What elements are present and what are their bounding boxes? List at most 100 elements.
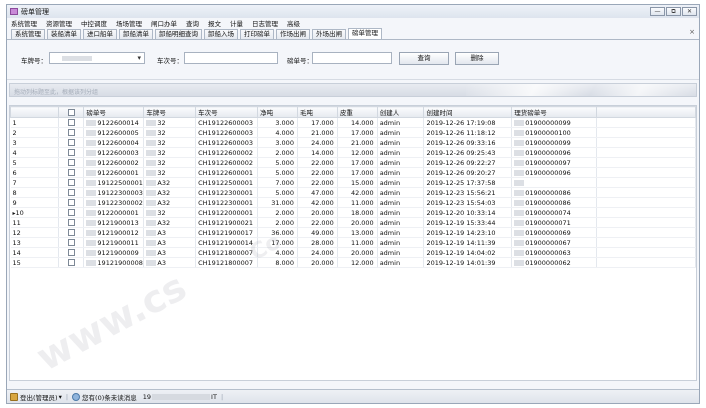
checkbox-cell[interactable]: [58, 227, 85, 238]
table-row[interactable]: 14 9121900009 A3 CH19121800007 4.000 24.000 20…: [10, 247, 696, 258]
column-header[interactable]: 创建时间: [423, 106, 513, 118]
menu-item[interactable]: 日志管理: [252, 18, 278, 28]
select-all-checkbox[interactable]: [67, 108, 75, 116]
row-checkbox[interactable]: [67, 169, 75, 176]
menu-item[interactable]: 系统管理: [11, 18, 37, 28]
trip-input[interactable]: [184, 52, 278, 64]
tab[interactable]: 卸船明细查询: [155, 29, 202, 39]
checkbox-cell[interactable]: [58, 157, 85, 168]
table-row[interactable]: 12 9121900012 A3 CH19121900017 36.000 49.000 1…: [10, 227, 696, 238]
close-button[interactable]: ✕: [682, 7, 697, 16]
data-grid[interactable]: 磅单号 车牌号 车次号 净吨 毛吨 皮重 创建人 创建时间 理货磅单号 1 9122600014 3…: [9, 105, 697, 381]
table-row[interactable]: 9 19122300002 A32 CH19122300001 31.000 42.000…: [10, 197, 696, 208]
tab[interactable]: 卸船入场: [204, 29, 238, 39]
table-row[interactable]: 6 9122600001 32 CH19122600001 5.000 22.000 17.…: [10, 167, 696, 178]
checkbox-cell[interactable]: [58, 187, 85, 198]
column-header[interactable]: 皮重: [336, 106, 378, 118]
created-time-cell: 2019-12-19 14:23:10: [423, 227, 513, 238]
checkbox-cell[interactable]: [58, 197, 85, 208]
menu-item[interactable]: 查询: [186, 18, 199, 28]
table-row[interactable]: 5 9122600002 32 CH19122600002 5.000 22.000 17.…: [10, 157, 696, 168]
tally-ticket-no: 01900000097: [525, 158, 571, 167]
tare-weight-cell: 13.000: [337, 227, 378, 238]
creator: admin: [379, 148, 401, 157]
logout-link[interactable]: 登出(管理员): [20, 392, 58, 402]
close-tab-icon[interactable]: ×: [689, 28, 695, 36]
table-row[interactable]: 8 19122300003 A32 CH19122300001 5.000 47.000 4…: [10, 187, 696, 198]
column-header[interactable]: 创建人: [376, 106, 425, 118]
checkbox-cell[interactable]: [58, 237, 85, 248]
menu-item[interactable]: 资源管理: [46, 18, 72, 28]
column-header[interactable]: [595, 106, 696, 118]
checkbox-cell[interactable]: [58, 177, 85, 188]
group-panel[interactable]: 拖动列标题至此，根据该列分组: [9, 83, 697, 97]
checkbox-cell[interactable]: [58, 137, 85, 148]
row-checkbox[interactable]: [67, 119, 75, 126]
column-header[interactable]: [57, 106, 85, 118]
table-row[interactable]: 11 9121900013 A32 CH19121900021 2.000 22.000 2…: [10, 217, 696, 228]
row-checkbox[interactable]: [67, 239, 75, 246]
row-checkbox[interactable]: [67, 179, 75, 186]
tab[interactable]: 进口船单: [83, 29, 117, 39]
table-row[interactable]: 10 9122000001 32 CH19122000001 2.000 20.000 18…: [10, 207, 696, 218]
table-row[interactable]: 2 9122600005 32 CH19122600003 4.000 21.000 17.…: [10, 127, 696, 138]
table-row[interactable]: 3 9122600004 32 CH19122600003 3.000 24.000 21.…: [10, 137, 696, 148]
checkbox-cell[interactable]: [58, 127, 85, 138]
row-checkbox[interactable]: [67, 199, 75, 206]
table-row[interactable]: 1 9122600014 32 CH19122600003 3.000 17.000 14.…: [10, 117, 696, 128]
menu-item[interactable]: 闸口办单: [151, 18, 177, 28]
row-checkbox[interactable]: [67, 249, 75, 256]
row-checkbox[interactable]: [67, 229, 75, 236]
row-checkbox[interactable]: [67, 209, 75, 216]
ticket-input[interactable]: [312, 52, 392, 64]
menu-item[interactable]: 中控调度: [81, 18, 107, 28]
checkbox-cell[interactable]: [58, 167, 85, 178]
tab[interactable]: 装船清单: [47, 29, 81, 39]
minimize-button[interactable]: —: [650, 7, 665, 16]
row-checkbox[interactable]: [67, 129, 75, 136]
row-checkbox[interactable]: [67, 149, 75, 156]
column-header[interactable]: 毛吨: [296, 106, 338, 118]
column-header[interactable]: 净吨: [257, 106, 298, 118]
tab[interactable]: 卸船清单: [119, 29, 153, 39]
menu-item[interactable]: 高级: [287, 18, 300, 28]
checkbox-cell[interactable]: [58, 207, 85, 218]
net-weight: 8.000: [275, 258, 294, 267]
tare-weight-cell: 15.000: [337, 177, 378, 188]
chevron-down-icon[interactable]: ▾: [59, 393, 62, 401]
column-header[interactable]: [10, 106, 59, 118]
tab[interactable]: 打印磅单: [240, 29, 274, 39]
query-button[interactable]: 查询: [399, 52, 449, 65]
delete-button[interactable]: 删除: [455, 52, 499, 65]
menu-item[interactable]: 计量: [230, 18, 243, 28]
plate-select[interactable]: [49, 52, 145, 64]
column-header[interactable]: 车牌号: [143, 106, 197, 118]
tare-weight: 42.000: [350, 188, 374, 197]
menu-item[interactable]: 报文: [208, 18, 221, 28]
table-row[interactable]: 13 9121900011 A3 CH19121900014 17.000 28.000 1…: [10, 237, 696, 248]
menu-item[interactable]: 场场管理: [116, 18, 142, 28]
checkbox-cell[interactable]: [58, 117, 85, 128]
tab[interactable]: 系统管理: [11, 29, 45, 39]
checkbox-cell[interactable]: [58, 247, 85, 258]
gross-weight: 42.000: [311, 198, 334, 207]
row-checkbox[interactable]: [67, 259, 75, 266]
table-row[interactable]: 7 19122500001 A32 CH19122500001 7.000 22.000 1…: [10, 177, 696, 188]
row-checkbox[interactable]: [67, 159, 75, 166]
checkbox-cell[interactable]: [58, 257, 85, 268]
tab[interactable]: 作场出闸: [276, 29, 310, 39]
unread-messages[interactable]: 您有(0)条未读消息: [82, 392, 137, 402]
table-row[interactable]: 15 19121900008 A3 CH19121800007 8.000 20.000 1…: [10, 257, 696, 268]
row-checkbox[interactable]: [67, 139, 75, 146]
restore-button[interactable]: ⧉: [666, 7, 681, 16]
tab[interactable]: 磅单管理: [348, 28, 382, 39]
column-header[interactable]: 理货磅单号: [511, 106, 597, 118]
row-checkbox[interactable]: [67, 219, 75, 226]
tab[interactable]: 外场出闸: [312, 29, 346, 39]
checkbox-cell[interactable]: [58, 217, 85, 228]
column-header[interactable]: 车次号: [195, 106, 259, 118]
column-header[interactable]: 磅单号: [83, 106, 145, 118]
table-row[interactable]: 4 9122600003 32 CH19122600002 2.000 14.000 12.…: [10, 147, 696, 158]
checkbox-cell[interactable]: [58, 147, 85, 158]
row-checkbox[interactable]: [67, 189, 75, 196]
